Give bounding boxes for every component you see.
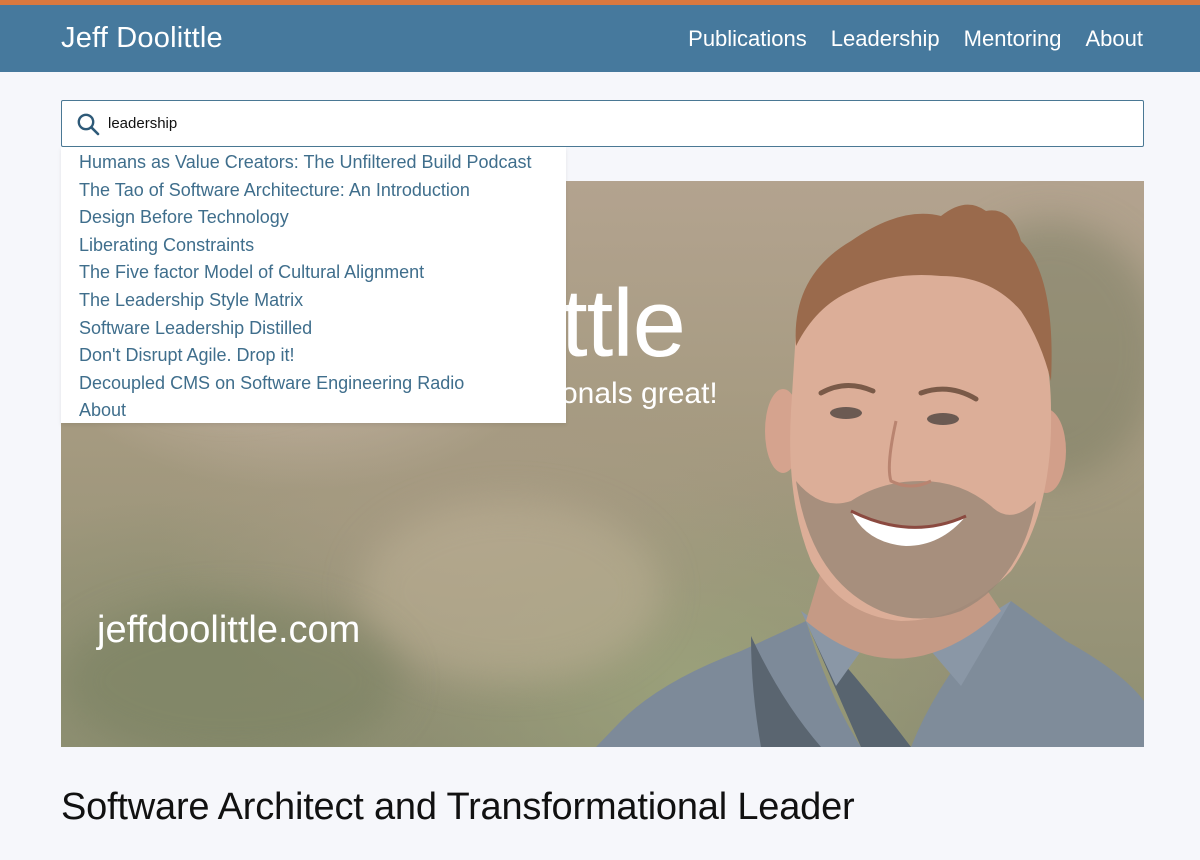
search-results-dropdown: Humans as Value Creators: The Unfiltered… xyxy=(61,147,566,423)
search-result-item[interactable]: Liberating Constraints xyxy=(79,232,566,260)
search-result-item[interactable]: Don't Disrupt Agile. Drop it! xyxy=(79,342,566,370)
page-heading: Software Architect and Transformational … xyxy=(61,786,855,828)
search-result-item[interactable]: The Tao of Software Architecture: An Int… xyxy=(79,177,566,205)
hero-domain-text: jeffdoolittle.com xyxy=(97,609,361,651)
search-result-item[interactable]: Decoupled CMS on Software Engineering Ra… xyxy=(79,370,566,398)
search-result-item[interactable]: The Leadership Style Matrix xyxy=(79,287,566,315)
nav-leadership[interactable]: Leadership xyxy=(831,26,940,52)
hero-tagline-fragment: onals great! xyxy=(561,377,718,410)
site-title-link[interactable]: Jeff Doolittle xyxy=(61,22,223,55)
hero-title-fragment: ttle xyxy=(561,270,686,377)
nav-mentoring[interactable]: Mentoring xyxy=(964,26,1062,52)
search-box xyxy=(61,100,1144,147)
nav-publications[interactable]: Publications xyxy=(688,26,807,52)
search-result-item[interactable]: Design Before Technology xyxy=(79,204,566,232)
search-input[interactable] xyxy=(108,103,1108,144)
search-result-item[interactable]: Humans as Value Creators: The Unfiltered… xyxy=(79,149,566,177)
main-nav: Publications Leadership Mentoring About xyxy=(688,26,1143,52)
search-icon xyxy=(62,102,108,146)
search-result-item[interactable]: About xyxy=(79,397,566,425)
search-result-item[interactable]: The Five factor Model of Cultural Alignm… xyxy=(79,259,566,287)
site-header: Jeff Doolittle Publications Leadership M… xyxy=(0,5,1200,72)
search-result-item[interactable]: Software Leadership Distilled xyxy=(79,315,566,343)
nav-about[interactable]: About xyxy=(1086,26,1144,52)
